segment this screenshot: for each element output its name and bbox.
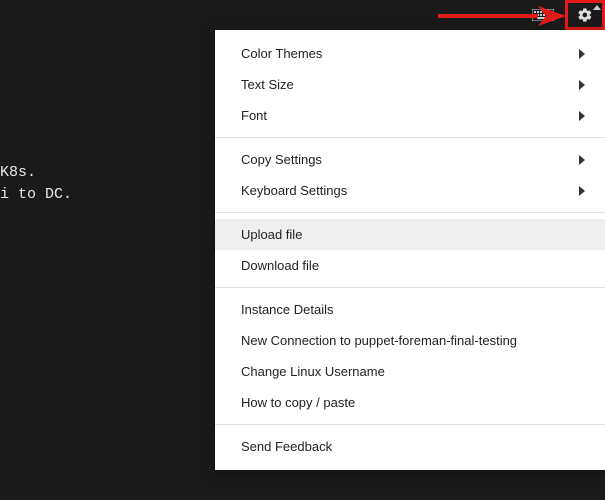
keyboard-icon[interactable]: [523, 0, 563, 30]
gear-icon: [577, 7, 593, 23]
menu-item-label: Font: [241, 108, 267, 123]
menu-item-instance-details[interactable]: Instance Details: [215, 294, 605, 325]
menu-item-label: Color Themes: [241, 46, 322, 61]
menu-item-upload-file[interactable]: Upload file: [215, 219, 605, 250]
menu-item-send-feedback[interactable]: Send Feedback: [215, 431, 605, 462]
menu-divider: [215, 212, 605, 213]
submenu-arrow-icon: [579, 80, 585, 90]
menu-item-download-file[interactable]: Download file: [215, 250, 605, 281]
menu-item-color-themes[interactable]: Color Themes: [215, 38, 605, 69]
menu-divider: [215, 424, 605, 425]
submenu-arrow-icon: [579, 111, 585, 121]
submenu-arrow-icon: [579, 186, 585, 196]
chevron-up-icon: [593, 5, 601, 10]
menu-item-label: New Connection to puppet-foreman-final-t…: [241, 333, 517, 348]
menu-item-label: Text Size: [241, 77, 294, 92]
submenu-arrow-icon: [579, 49, 585, 59]
menu-divider: [215, 287, 605, 288]
settings-gear-button[interactable]: [565, 0, 605, 30]
menu-item-label: Instance Details: [241, 302, 334, 317]
menu-divider: [215, 137, 605, 138]
menu-item-copy-settings[interactable]: Copy Settings: [215, 144, 605, 175]
menu-item-label: How to copy / paste: [241, 395, 355, 410]
menu-item-label: Change Linux Username: [241, 364, 385, 379]
terminal-line-2: K8s.: [0, 162, 36, 185]
menu-item-how-to-copy-paste[interactable]: How to copy / paste: [215, 387, 605, 418]
menu-item-label: Copy Settings: [241, 152, 322, 167]
submenu-arrow-icon: [579, 155, 585, 165]
settings-menu: Color Themes Text Size Font Copy Setting…: [215, 30, 605, 470]
menu-item-label: Download file: [241, 258, 319, 273]
terminal-line-3: i to DC.: [0, 184, 72, 207]
menu-item-label: Send Feedback: [241, 439, 332, 454]
menu-item-keyboard-settings[interactable]: Keyboard Settings: [215, 175, 605, 206]
menu-item-text-size[interactable]: Text Size: [215, 69, 605, 100]
menu-item-label: Keyboard Settings: [241, 183, 347, 198]
menu-item-change-linux-username[interactable]: Change Linux Username: [215, 356, 605, 387]
menu-item-new-connection[interactable]: New Connection to puppet-foreman-final-t…: [215, 325, 605, 356]
top-bar: [0, 0, 605, 30]
menu-item-font[interactable]: Font: [215, 100, 605, 131]
menu-item-label: Upload file: [241, 227, 302, 242]
